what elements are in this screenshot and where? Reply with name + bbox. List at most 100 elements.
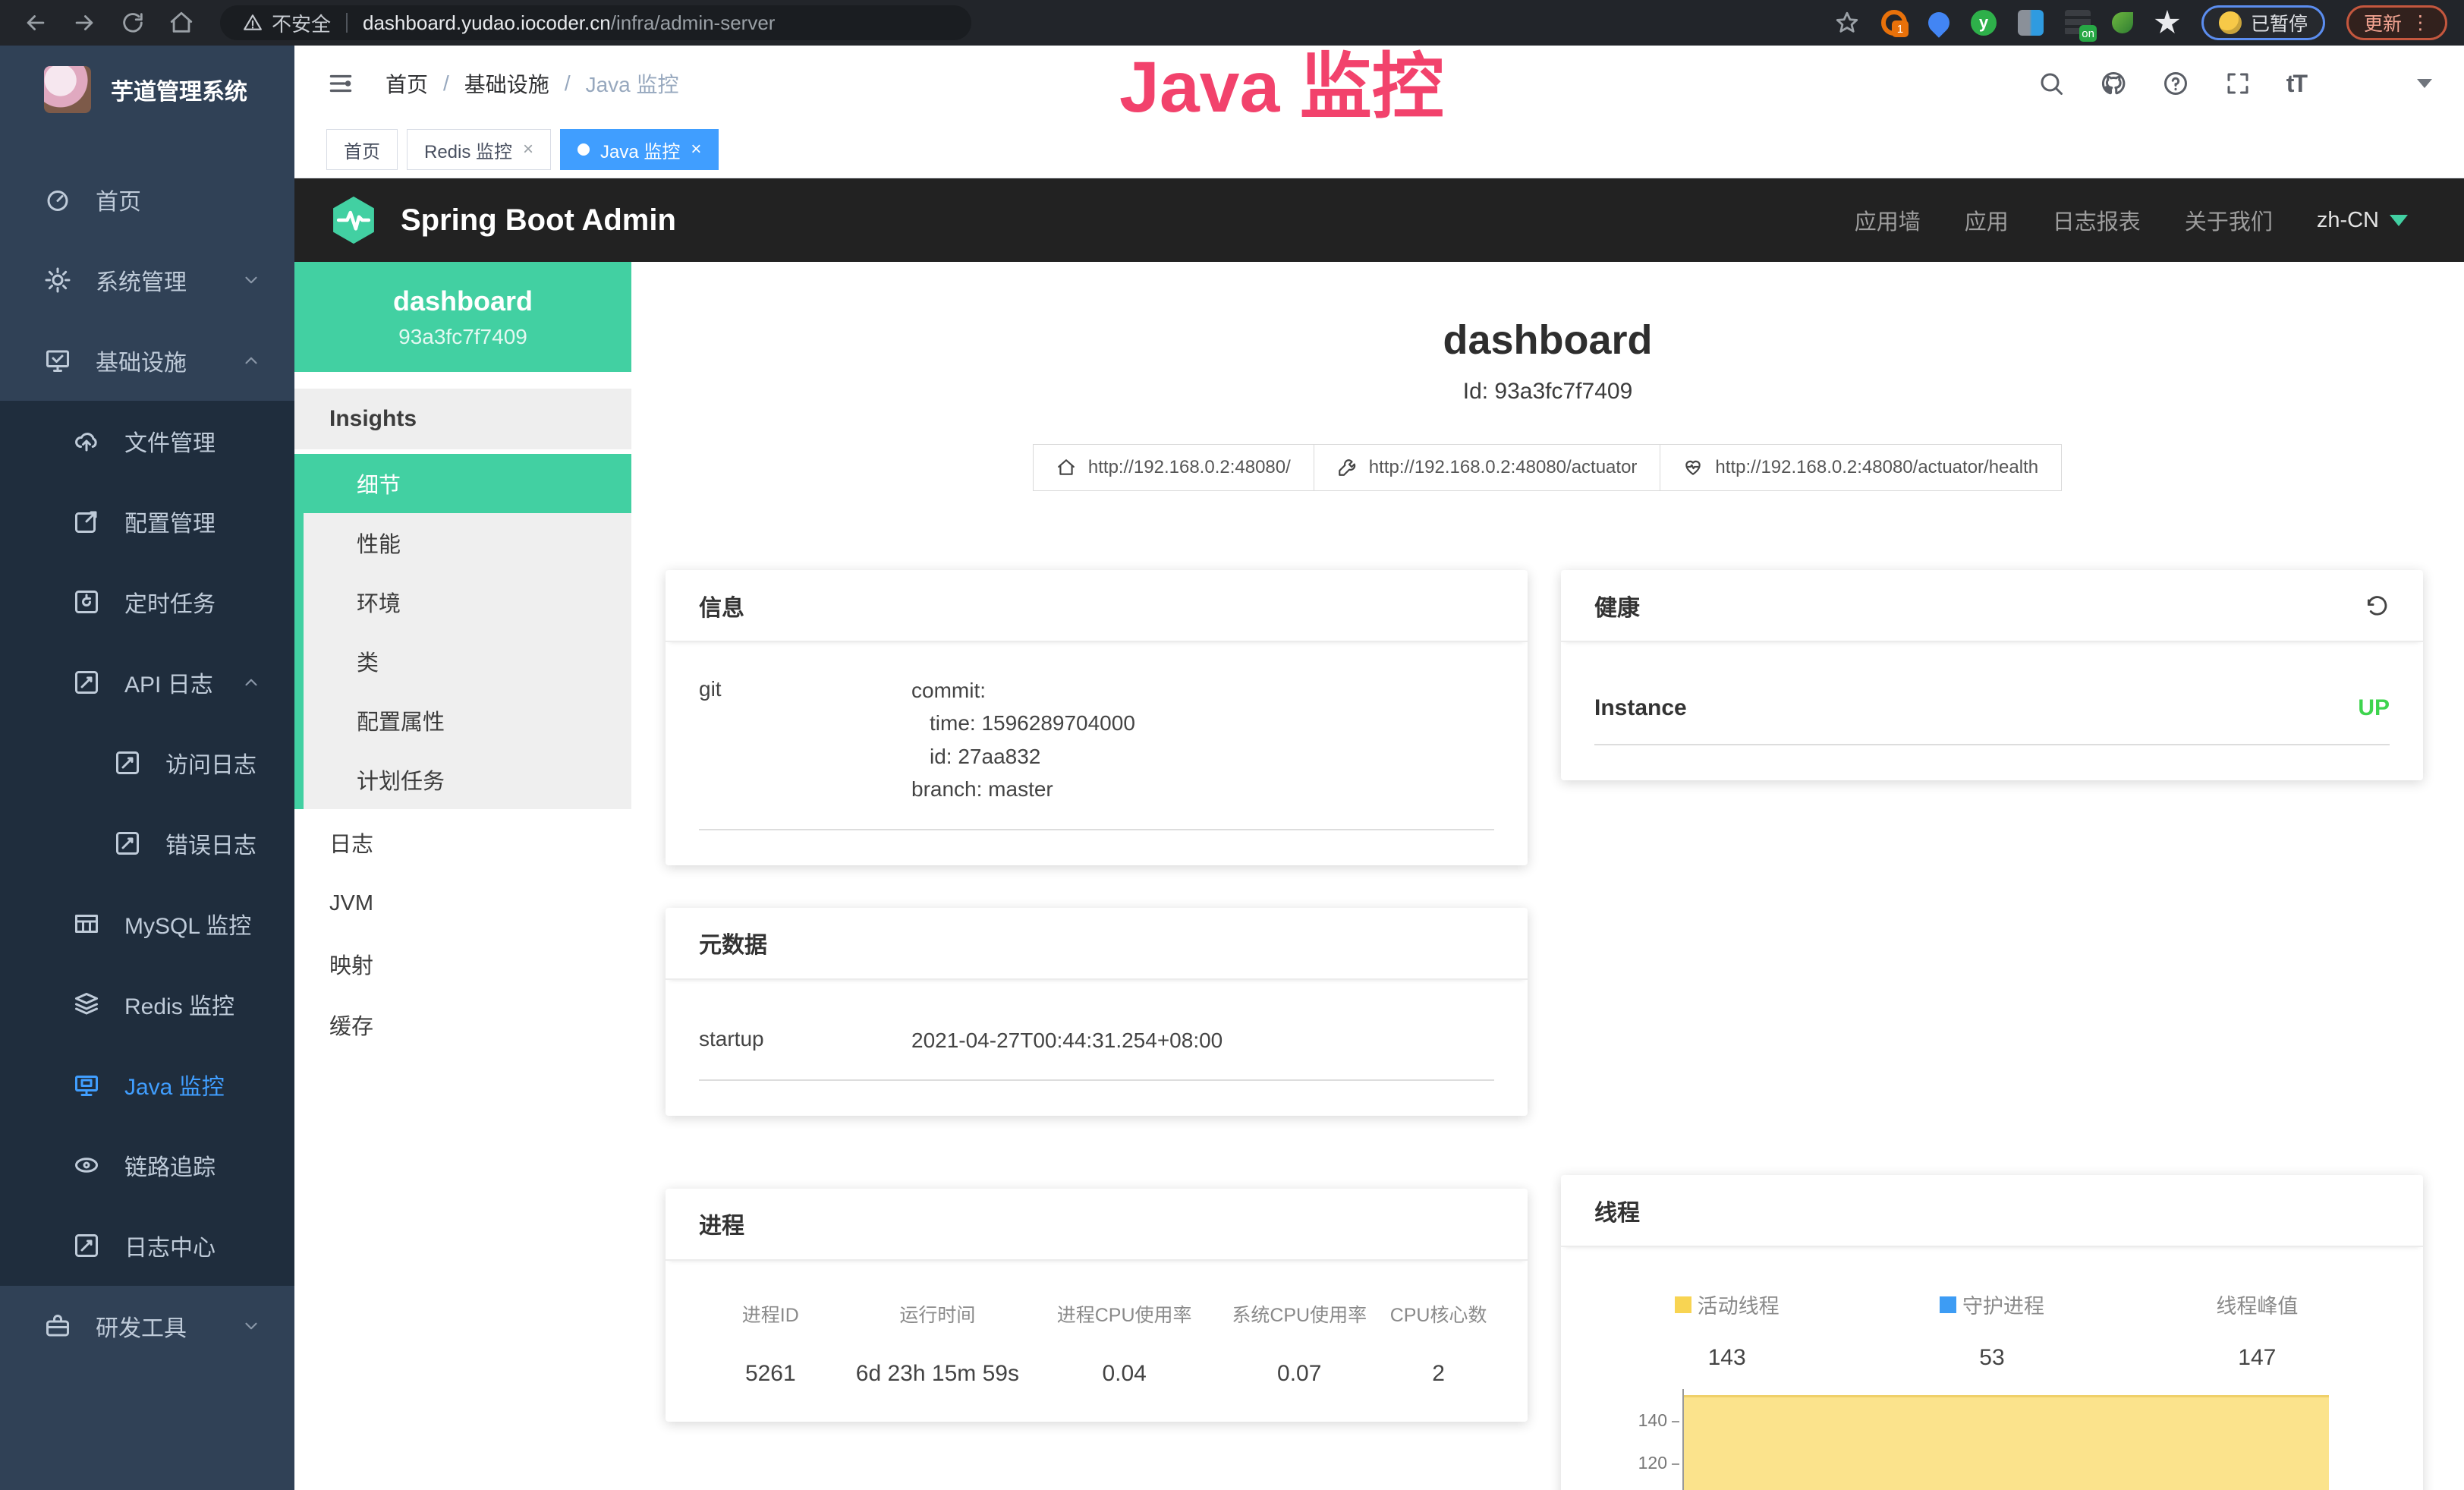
sidebar-item-dev-tools[interactable]: 研发工具 [0,1286,294,1366]
card-title: 线程 [1594,1194,1640,1227]
service-url-button[interactable]: http://192.168.0.2:48080/ [1033,444,1314,491]
threads-card-body: 活动线程 守护进程 线程峰值 143 53 [1561,1247,2423,1490]
process-header-uptime: 运行时间 [842,1300,1034,1328]
forward-icon[interactable] [71,10,97,36]
chevron-up-icon [241,673,261,692]
sidebar-item-home[interactable]: 首页 [0,159,294,240]
sba-root-menu: 日志 JVM 映射 缓存 [294,812,631,1055]
tab-home[interactable]: 首页 [326,129,398,170]
metadata-row-startup: startup 2021-04-27T00:44:31.254+08:00 [699,1024,1494,1057]
close-icon[interactable]: × [523,139,533,160]
heart-icon [1683,458,1703,477]
info-card: 信息 git commit: time: 1596289704000 id: 2… [666,570,1528,865]
extension-pin-icon[interactable] [1924,8,1954,38]
sba-menu-logging[interactable]: 日志 [294,812,631,873]
sba-nav-about[interactable]: 关于我们 [2185,204,2273,236]
fullscreen-icon[interactable] [2224,70,2252,97]
card-title: 进程 [699,1207,744,1240]
update-button[interactable]: 更新 ⋮ [2346,5,2447,40]
help-icon[interactable] [2162,70,2189,97]
sidebar-item-java-monitor[interactable]: Java 监控 [0,1044,294,1125]
sba-menu-mappings[interactable]: 映射 [294,934,631,994]
sba-locale-select[interactable]: zh-CN [2317,208,2408,233]
sba-menu-environment[interactable]: 环境 [304,572,631,632]
close-icon[interactable]: × [691,139,701,160]
process-card: 进程 进程ID 运行时间 进程CPU使用率 系统CPU使用率 CPU核心数 52… [666,1189,1528,1422]
breadcrumb-infra[interactable]: 基础设施 [464,68,549,99]
github-icon[interactable] [2100,70,2127,97]
health-instance-row[interactable]: Instance UP [1594,695,2390,721]
sba-menu-group-insights[interactable]: Insights [294,389,631,449]
sba-nav-wallboard[interactable]: 应用墙 [1855,204,1921,236]
row-underline [699,1079,1494,1081]
hamburger-icon[interactable] [326,69,355,98]
sidebar-item-api-log[interactable]: API 日志 [0,642,294,723]
sba-menu-jvm[interactable]: JVM [294,873,631,934]
tab-redis-monitor[interactable]: Redis 监控 × [407,129,551,170]
divider [346,13,348,33]
sidebar-item-label: 首页 [96,183,141,216]
health-card: 健康 Instance UP [1561,570,2423,780]
sidebar-item-log-center[interactable]: 日志中心 [0,1205,294,1286]
sidebar-item-label: 基础设施 [96,344,187,377]
sidebar-item-config[interactable]: 配置管理 [0,481,294,562]
git-id-line: id: 27aa832 [911,740,1135,773]
breadcrumb-home[interactable]: 首页 [385,68,428,99]
extension-switch-icon[interactable]: on [2065,10,2091,36]
sba-menu-config-props[interactable]: 配置属性 [304,691,631,750]
sidebar-item-label: 错误日志 [165,827,256,860]
history-icon[interactable] [2364,593,2390,619]
paused-badge[interactable]: 已暂停 [2201,5,2325,40]
reload-icon[interactable] [120,10,146,36]
threads-card-header: 线程 [1561,1175,2423,1247]
extension-leaf-icon[interactable] [2112,12,2133,33]
sba-nav-applications[interactable]: 应用 [1965,204,2009,236]
extension-grid-icon[interactable] [2018,10,2044,36]
sidebar-item-label: MySQL 监控 [124,907,251,940]
actuator-url-button[interactable]: http://192.168.0.2:48080/actuator [1314,444,1661,491]
address-bar[interactable]: 不安全 dashboard.yudao.iocoder.cn/infra/adm… [220,5,971,40]
sidebar-item-error-log[interactable]: 错误日志 [0,803,294,884]
info-card-body: git commit: time: 1596289704000 id: 27aa… [666,642,1528,865]
sba-instance-header[interactable]: dashboard 93a3fc7f7409 [294,262,631,372]
url-host: dashboard.yudao.iocoder.cn [363,11,611,35]
timer-icon [73,588,100,616]
avatar[interactable] [2341,59,2382,108]
service-url: http://192.168.0.2:48080/ [1088,457,1291,478]
sidebar-item-label: 访问日志 [165,746,256,780]
sba-menu-caches[interactable]: 缓存 [294,994,631,1055]
search-icon[interactable] [2038,70,2065,97]
y-tick-140: 140 [1594,1410,1667,1431]
sidebar-item-system[interactable]: 系统管理 [0,240,294,320]
chevron-up-icon [241,351,261,370]
extension-colorzilla-icon[interactable]: 1 [1881,10,1907,36]
breadcrumb-separator: / [565,71,571,96]
sidebar-item-redis[interactable]: Redis 监控 [0,964,294,1044]
sidebar-item-access-log[interactable]: 访问日志 [0,723,294,803]
home-icon[interactable] [168,10,194,36]
sidebar-item-tracing[interactable]: 链路追踪 [0,1125,294,1205]
sidebar-item-files[interactable]: 文件管理 [0,401,294,481]
git-commit-line: commit: [911,674,1135,707]
tab-java-monitor[interactable]: Java 监控 × [560,129,719,170]
sba-nav-journal[interactable]: 日志报表 [2053,204,2141,236]
health-url-button[interactable]: http://192.168.0.2:48080/actuator/health [1660,444,2062,491]
extension-puzzle-icon[interactable] [2154,10,2180,36]
font-size-icon[interactable]: tT [2286,70,2306,98]
info-key: git [699,674,911,806]
sba-menu-details[interactable]: 细节 [304,454,631,513]
metadata-card-header: 元数据 [666,908,1528,980]
cards-left-column: 信息 git commit: time: 1596289704000 id: 2… [666,570,1528,1490]
back-icon[interactable] [23,10,49,36]
caret-down-icon[interactable] [2417,79,2432,88]
sidebar-item-infra[interactable]: 基础设施 [0,320,294,401]
extension-y-icon[interactable]: y [1971,10,1997,36]
sba-menu-metrics[interactable]: 性能 [304,513,631,572]
sba-menu-scheduled-tasks[interactable]: 计划任务 [304,750,631,809]
sba-menu-classes[interactable]: 类 [304,632,631,691]
health-url: http://192.168.0.2:48080/actuator/health [1715,457,2038,478]
sidebar-item-jobs[interactable]: 定时任务 [0,562,294,642]
bookmark-star-icon[interactable] [1834,10,1860,36]
metadata-value: 2021-04-27T00:44:31.254+08:00 [911,1024,1223,1057]
sidebar-item-mysql[interactable]: MySQL 监控 [0,884,294,964]
